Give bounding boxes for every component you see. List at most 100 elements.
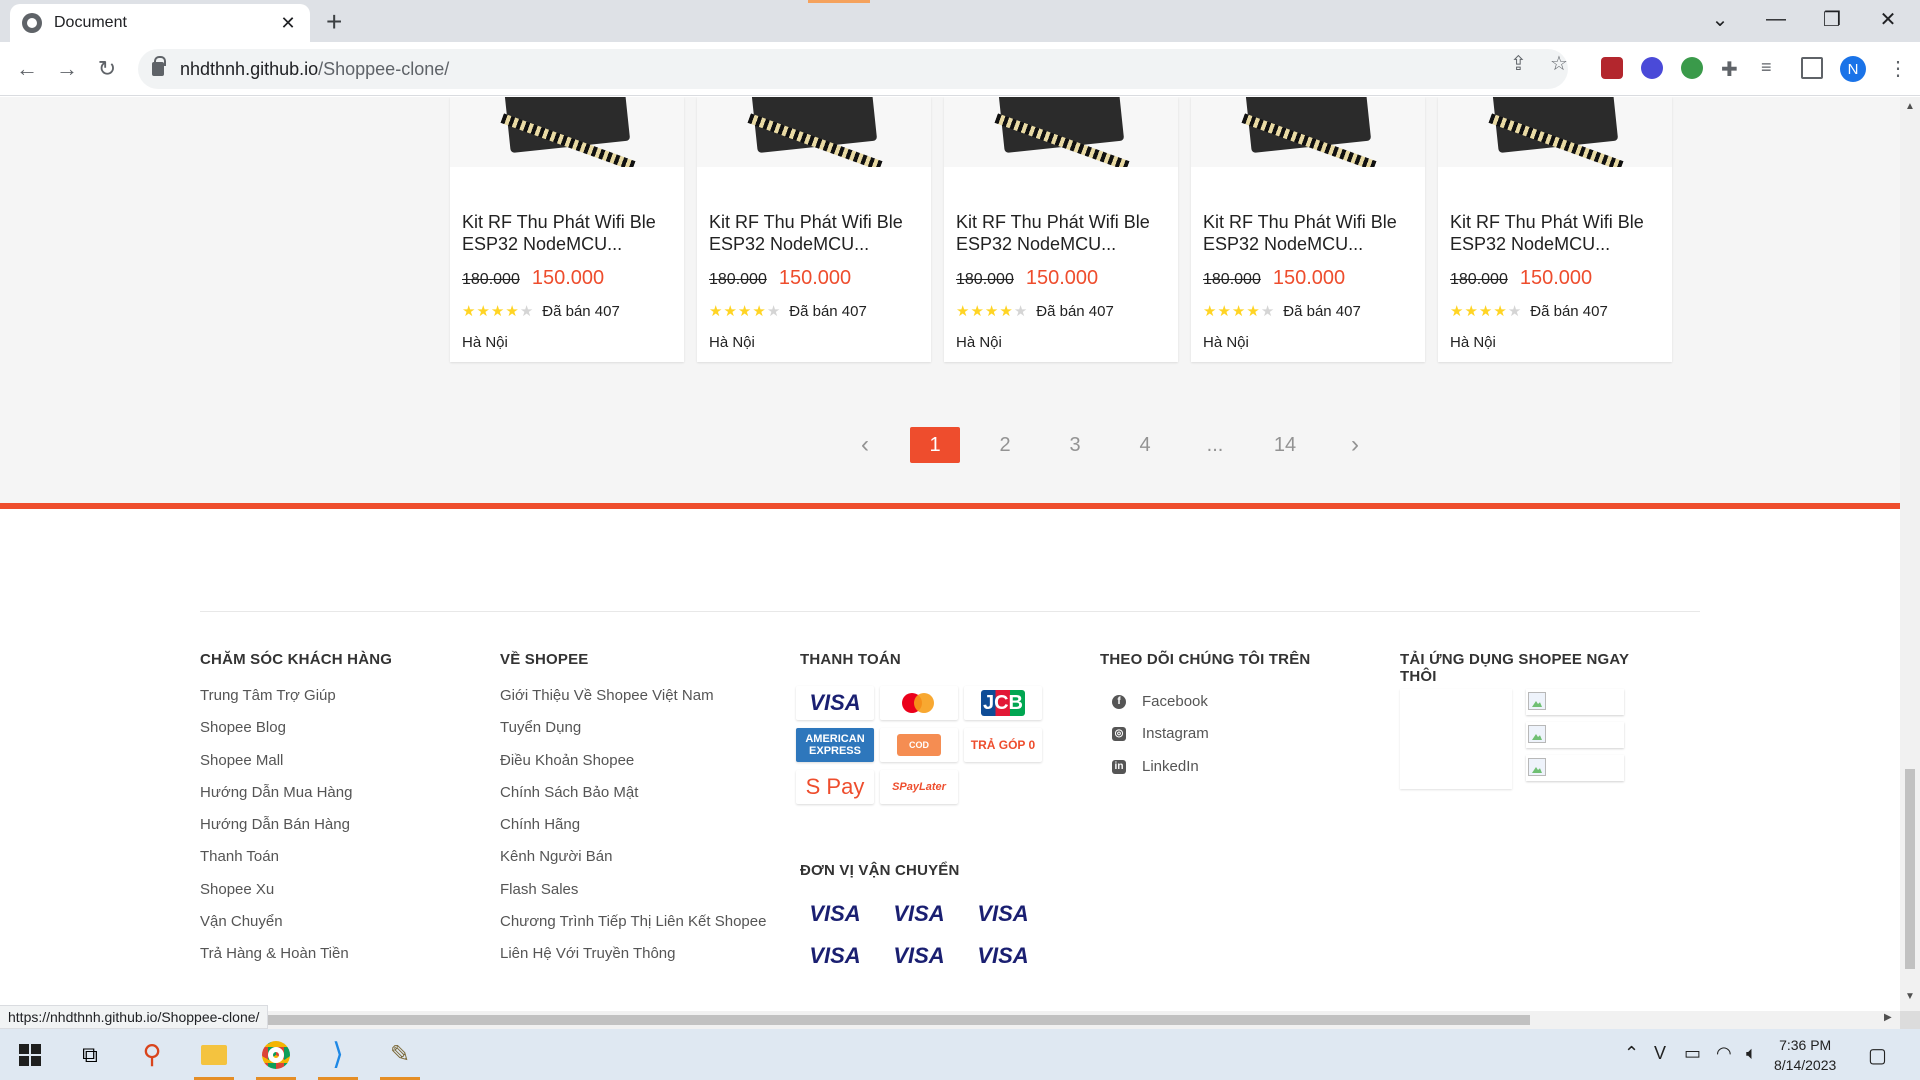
broken-image-icon xyxy=(1528,692,1546,710)
app-gallery-badge[interactable] xyxy=(1526,755,1624,781)
page-button[interactable]: 1 xyxy=(910,427,960,463)
scroll-right-arrow[interactable]: ▶ xyxy=(1884,1012,1892,1023)
about-link[interactable]: Kênh Người Bán xyxy=(500,847,766,879)
volume-icon[interactable]: 🔈︎ xyxy=(1746,1043,1757,1064)
vpn-icon[interactable]: V xyxy=(1654,1043,1666,1064)
notifications-icon[interactable]: ▢ xyxy=(1868,1043,1887,1068)
footer-divider xyxy=(200,611,1700,612)
sale-price: 150.000 xyxy=(778,267,852,289)
next-page-button[interactable]: › xyxy=(1330,427,1380,463)
side-panel-icon[interactable] xyxy=(1801,57,1823,79)
customer-care-link[interactable]: Shopee Xu xyxy=(200,880,392,912)
product-name: Kit RF Thu Phát Wifi Ble ESP32 NodeMCU..… xyxy=(462,212,656,254)
about-link[interactable]: Điều Khoản Shopee xyxy=(500,751,766,783)
customer-care-link[interactable]: Trả Hàng & Hoàn Tiền xyxy=(200,944,392,976)
product-card[interactable]: Kit RF Thu Phát Wifi Ble ESP32 NodeMCU..… xyxy=(450,97,684,362)
about-link[interactable]: Chính Sách Bảo Mật xyxy=(500,783,766,815)
minimize-button[interactable]: — xyxy=(1748,0,1804,38)
back-icon[interactable]: ← xyxy=(12,54,42,84)
globe-extension-icon[interactable] xyxy=(1681,57,1703,79)
show-hidden-icons[interactable]: ⌃ xyxy=(1624,1043,1639,1064)
prev-page-button[interactable]: ‹ xyxy=(840,427,890,463)
customer-care-link[interactable]: Hướng Dẫn Bán Hàng xyxy=(200,815,392,847)
cod-logo: COD xyxy=(897,734,941,756)
vscode-icon[interactable]: ⟩ xyxy=(314,1029,362,1080)
star-icon: ★ xyxy=(956,303,970,320)
shipping-logo: VISA xyxy=(880,897,958,931)
about-link[interactable]: Chính Hãng xyxy=(500,815,766,847)
ublock-extension-icon[interactable] xyxy=(1601,57,1623,79)
shipping-logo: VISA xyxy=(964,939,1042,973)
paint-icon[interactable]: ✎ xyxy=(376,1029,424,1080)
search-app-icon[interactable]: ⚲ xyxy=(128,1029,176,1080)
product-card[interactable]: Kit RF Thu Phát Wifi Ble ESP32 NodeMCU..… xyxy=(1191,97,1425,362)
page-button[interactable]: 2 xyxy=(980,427,1030,463)
url-path: /Shoppee-clone/ xyxy=(318,58,450,79)
task-view-icon[interactable]: ⧉ xyxy=(66,1029,114,1080)
payment-logos: VISA JCB AMERICAN EXPRESS COD TRẢ GÓP 0 … xyxy=(796,686,1048,804)
address-bar[interactable]: nhdthnh.github.io/Shoppee-clone/ xyxy=(138,49,1568,89)
linkedin-link[interactable]: in LinkedIn xyxy=(1100,751,1310,783)
bookmark-star-icon[interactable]: ☆ xyxy=(1550,51,1568,76)
product-location: Hà Nội xyxy=(462,334,508,351)
vertical-scroll-thumb[interactable] xyxy=(1905,769,1915,969)
scroll-down-arrow[interactable]: ▼ xyxy=(1905,991,1915,1002)
tab-search-icon[interactable]: ⌄ xyxy=(1692,0,1748,38)
file-explorer-icon[interactable] xyxy=(190,1029,238,1080)
star-icon: ★ xyxy=(1013,303,1028,320)
menu-kebab-icon[interactable]: ⋮ xyxy=(1888,56,1908,81)
chrome-icon[interactable] xyxy=(252,1029,300,1080)
customer-care-link[interactable]: Shopee Mall xyxy=(200,751,392,783)
installment-logo: TRẢ GÓP 0 xyxy=(964,728,1042,762)
forward-icon[interactable]: → xyxy=(52,54,82,84)
battery-icon[interactable]: ▭ xyxy=(1684,1043,1701,1064)
puzzle-extensions-icon[interactable]: ✚ xyxy=(1721,57,1743,81)
app-store-badge[interactable] xyxy=(1526,689,1624,715)
browser-tabbar: Document ✕ + ⌄ — ❐ ✕ xyxy=(0,0,1920,42)
page-button[interactable]: 14 xyxy=(1260,427,1310,463)
about-link[interactable]: Tuyển Dụng xyxy=(500,718,766,750)
instagram-icon: ◎ xyxy=(1112,727,1126,742)
linkedin-icon: in xyxy=(1112,759,1126,774)
start-button[interactable] xyxy=(6,1029,54,1080)
product-card[interactable]: Kit RF Thu Phát Wifi Ble ESP32 NodeMCU..… xyxy=(1438,97,1672,362)
tab-close-icon[interactable]: ✕ xyxy=(278,13,298,34)
reload-icon[interactable]: ↻ xyxy=(92,54,122,84)
customer-care-link[interactable]: Trung Tâm Trợ Giúp xyxy=(200,686,392,718)
scroll-up-arrow[interactable]: ▲ xyxy=(1905,101,1915,112)
system-clock[interactable]: 7:36 PM 8/14/2023 xyxy=(1774,1035,1836,1075)
customer-care-link[interactable]: Vận Chuyển xyxy=(200,912,392,944)
media-control-icon[interactable]: ≡ xyxy=(1761,57,1783,79)
wifi-icon[interactable]: ◠ xyxy=(1716,1043,1732,1064)
customer-care-link[interactable]: Hướng Dẫn Mua Hàng xyxy=(200,783,392,815)
instagram-link[interactable]: ◎ Instagram xyxy=(1100,718,1310,750)
customer-care-link[interactable]: Shopee Blog xyxy=(200,718,392,750)
google-play-badge[interactable] xyxy=(1526,722,1624,748)
spaylater-logo: SPayLater xyxy=(880,770,958,804)
vertical-scrollbar[interactable]: ▲ ▼ xyxy=(1900,97,1920,1011)
extension-icon[interactable] xyxy=(1641,57,1663,79)
product-card[interactable]: Kit RF Thu Phát Wifi Ble ESP32 NodeMCU..… xyxy=(944,97,1178,362)
product-location: Hà Nội xyxy=(1203,334,1249,351)
profile-avatar[interactable]: N xyxy=(1840,56,1866,82)
page-button[interactable]: 3 xyxy=(1050,427,1100,463)
restore-button[interactable]: ❐ xyxy=(1804,0,1860,38)
product-image xyxy=(944,97,1178,167)
horizontal-scrollbar[interactable]: ▶ xyxy=(0,1011,1900,1029)
about-link[interactable]: Giới Thiệu Về Shopee Việt Nam xyxy=(500,686,766,718)
product-card[interactable]: Kit RF Thu Phát Wifi Ble ESP32 NodeMCU..… xyxy=(697,97,931,362)
window-close-button[interactable]: ✕ xyxy=(1860,0,1916,38)
globe-icon xyxy=(22,13,42,33)
about-link[interactable]: Liên Hệ Với Truyền Thông xyxy=(500,944,766,976)
product-name: Kit RF Thu Phát Wifi Ble ESP32 NodeMCU..… xyxy=(956,212,1150,254)
share-icon[interactable]: ⇪ xyxy=(1510,51,1527,76)
new-tab-button[interactable]: + xyxy=(326,6,342,38)
page-button[interactable]: 4 xyxy=(1120,427,1170,463)
customer-care-title: CHĂM SÓC KHÁCH HÀNG xyxy=(200,651,393,668)
customer-care-link[interactable]: Thanh Toán xyxy=(200,847,392,879)
facebook-link[interactable]: f Facebook xyxy=(1100,686,1310,718)
about-link[interactable]: Chương Trình Tiếp Thị Liên Kết Shopee xyxy=(500,912,766,944)
old-price: 180.000 xyxy=(1203,271,1261,288)
browser-tab[interactable]: Document ✕ xyxy=(10,4,310,42)
about-link[interactable]: Flash Sales xyxy=(500,880,766,912)
